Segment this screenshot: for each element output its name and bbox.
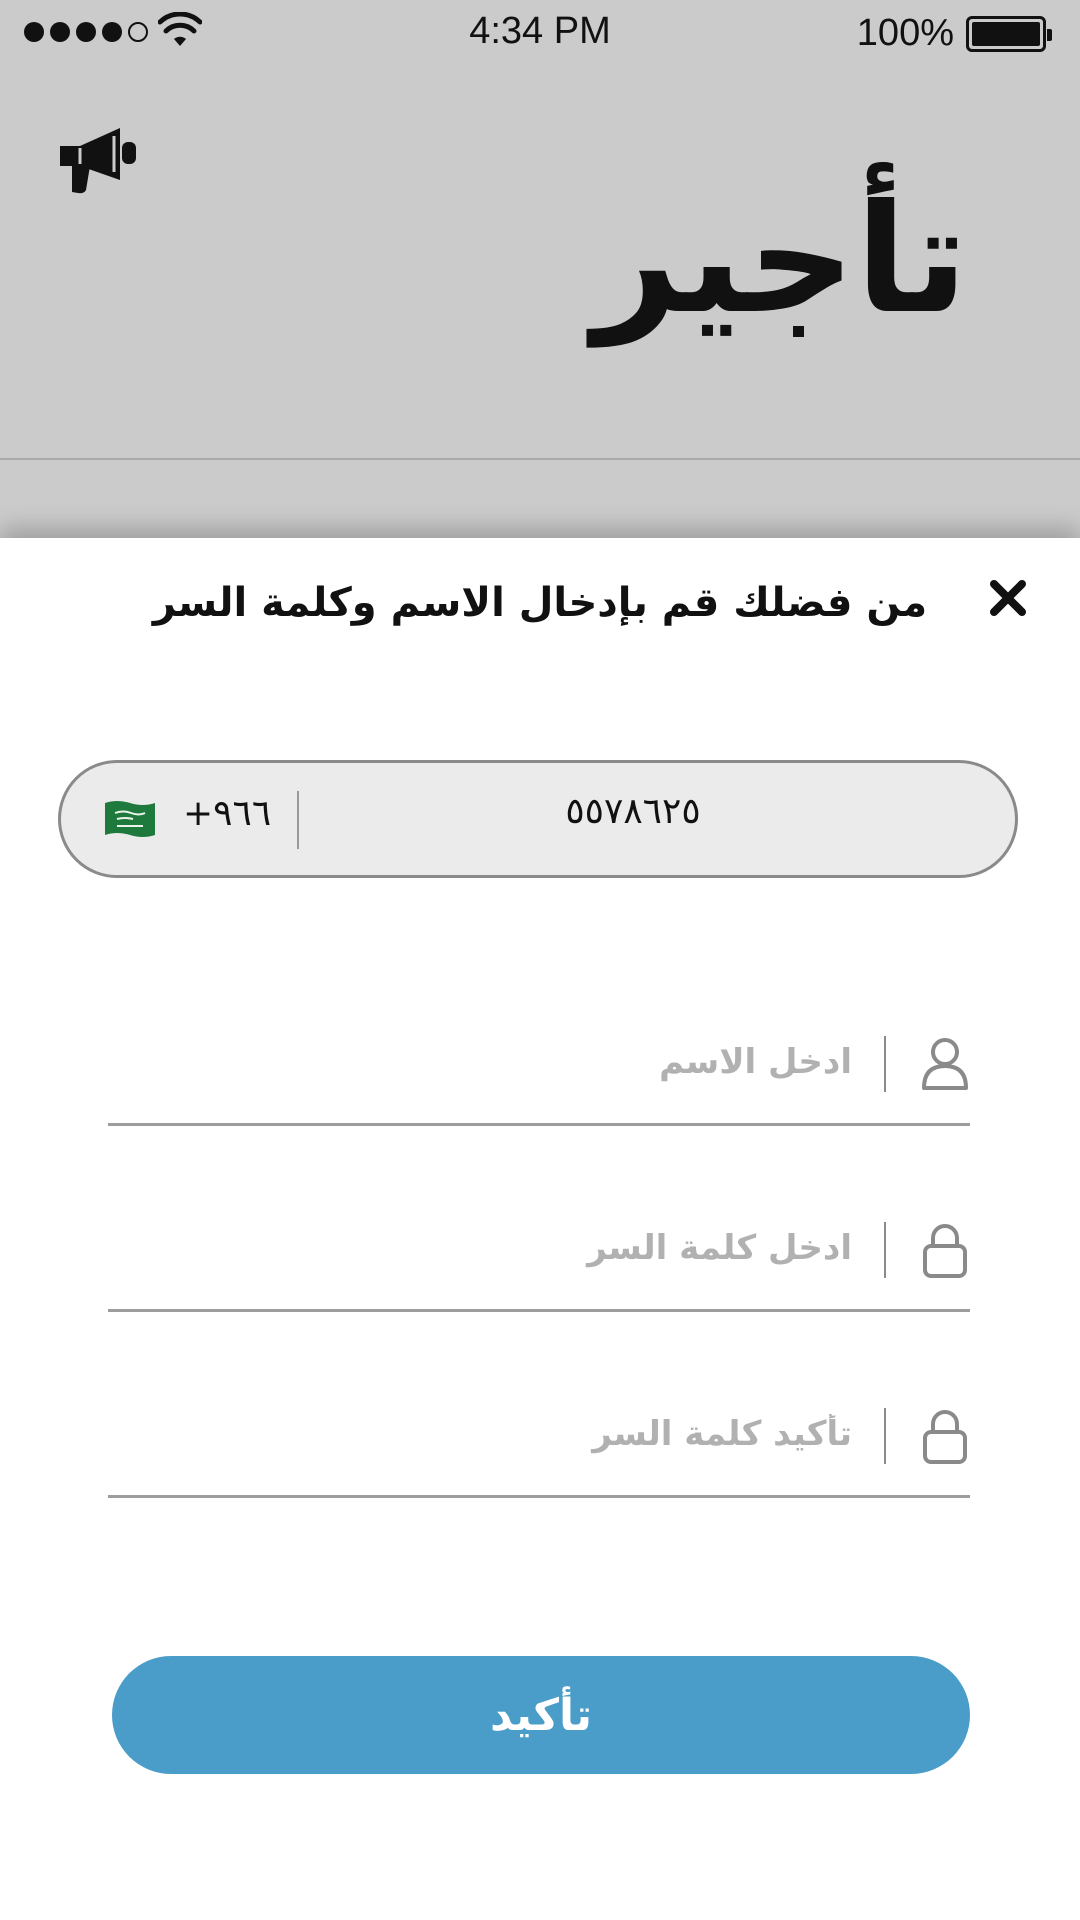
- confirm-password-input[interactable]: [108, 1404, 852, 1464]
- field-separator: [884, 1408, 886, 1464]
- name-input[interactable]: [108, 1032, 852, 1092]
- saudi-flag-icon: [105, 801, 155, 837]
- password-input[interactable]: [108, 1218, 852, 1278]
- app-title: تأجير: [592, 173, 968, 347]
- field-separator: [884, 1222, 886, 1278]
- battery-percent: 100%: [856, 12, 954, 54]
- signup-sheet: من فضلك قم بإدخال الاسم وكلمة السر +٩٦٦ …: [0, 538, 1080, 1920]
- field-underline: [108, 1123, 970, 1126]
- country-code[interactable]: +٩٦٦: [183, 793, 271, 834]
- confirm-password-field[interactable]: [108, 1378, 970, 1498]
- field-separator: [884, 1036, 886, 1092]
- field-underline: [108, 1309, 970, 1312]
- battery-icon: [966, 16, 1052, 52]
- field-underline: [108, 1495, 970, 1498]
- confirm-button[interactable]: تأكيد: [112, 1656, 970, 1774]
- sheet-title: من فضلك قم بإدخال الاسم وكلمة السر: [152, 580, 928, 626]
- status-bar: 4:34 PM 100%: [0, 0, 1080, 66]
- header-divider: [0, 458, 1080, 460]
- lock-icon: [923, 1224, 967, 1278]
- user-icon: [922, 1038, 968, 1090]
- phone-field[interactable]: +٩٦٦ ٥٥٧٨٦٢٥: [58, 760, 1018, 878]
- phone-number-input[interactable]: ٥٥٧٨٦٢٥: [311, 791, 955, 832]
- phone-separator: [297, 791, 299, 849]
- lock-icon: [923, 1410, 967, 1464]
- megaphone-icon[interactable]: [56, 124, 140, 194]
- password-field[interactable]: [108, 1192, 970, 1312]
- name-field[interactable]: [108, 1006, 970, 1126]
